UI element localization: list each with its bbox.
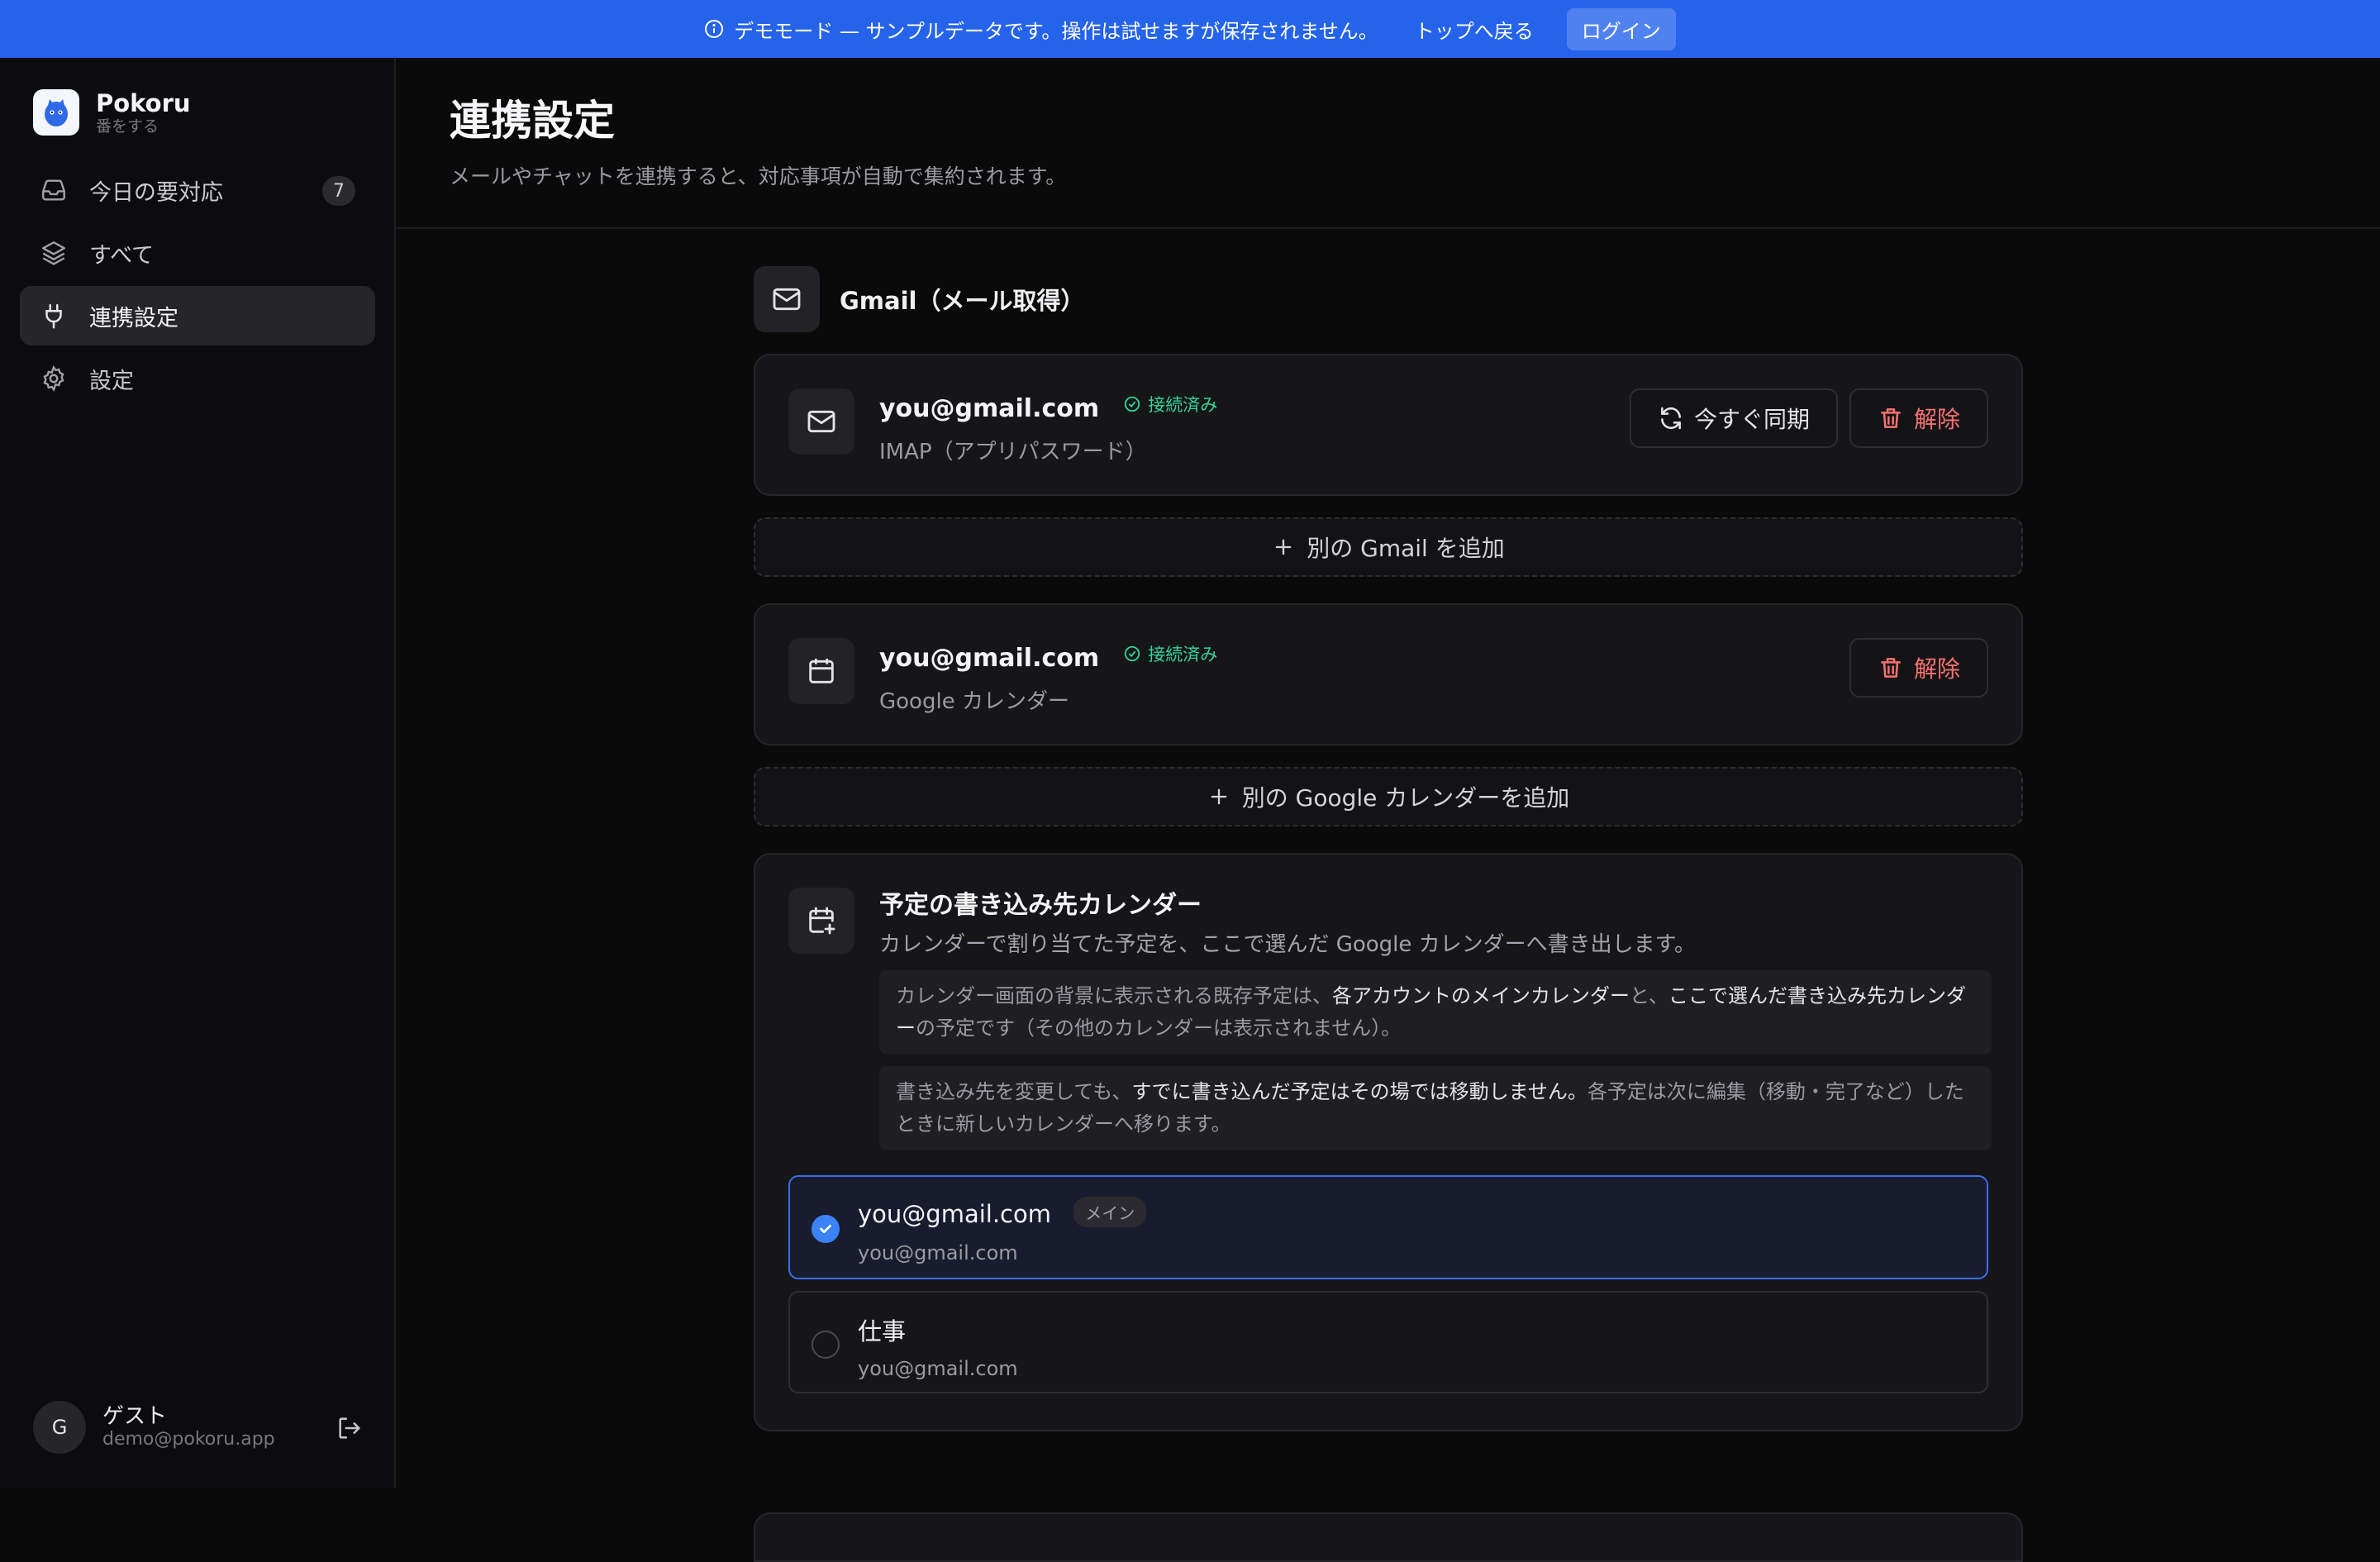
- note-emphasis: すでに書き込んだ予定はその場では移動しません。: [1131, 1080, 1587, 1103]
- app-name: Pokoru: [96, 89, 191, 117]
- next-section-card: [754, 1512, 2023, 1562]
- radio-unchecked-icon[interactable]: [812, 1331, 840, 1359]
- status-text: 接続済み: [1148, 645, 1218, 664]
- status-badge: 接続済み: [1123, 392, 1217, 417]
- note-text: と、: [1630, 984, 1669, 1007]
- account-type: IMAP（アプリパスワード）: [879, 440, 1147, 464]
- layers-icon: [42, 241, 65, 265]
- sidebar-item-label: 今日の要対応: [89, 179, 223, 206]
- check-circle-icon: [1125, 396, 1140, 412]
- back-to-top-link[interactable]: トップへ戻る: [1415, 15, 1534, 44]
- user-email: demo@pokoru.app: [102, 1429, 275, 1450]
- info-icon: [705, 20, 724, 38]
- disconnect-button[interactable]: 解除: [1849, 388, 1988, 448]
- page-title: 連携設定: [450, 97, 615, 145]
- page-subtitle: メールやチャットを連携すると、対応事項が自動で集約されます。: [450, 164, 1067, 188]
- sidebar-item-all[interactable]: すべて: [20, 223, 375, 283]
- section-title: Gmail（メール取得）: [840, 287, 1085, 315]
- user-name: ゲスト: [102, 1404, 168, 1429]
- add-calendar-button[interactable]: 別の Google カレンダーを追加: [754, 767, 2023, 826]
- add-gmail-label: 別の Gmail を追加: [1307, 535, 1505, 562]
- app-tagline: 番をする: [96, 117, 159, 136]
- option-name: you@gmail.com: [858, 1200, 1051, 1228]
- option-account: you@gmail.com: [858, 1357, 1018, 1380]
- note-text: カレンダー画面の背景に表示される既存予定は、: [896, 984, 1332, 1007]
- app-logo-icon: [33, 89, 79, 136]
- add-calendar-label: 別の Google カレンダーを追加: [1241, 784, 1570, 812]
- demo-banner: デモモード — サンプルデータです。操作は試せますが保存されません。 トップへ戻…: [0, 0, 2380, 58]
- status-badge: 接続済み: [1123, 641, 1217, 666]
- calendar-account-card: you@gmail.com 接続済み Google カレンダー 解除: [754, 603, 2023, 745]
- sidebar-item-settings[interactable]: 設定: [20, 349, 375, 408]
- target-calendar-subtitle: カレンダーで割り当てた予定を、ここで選んだ Google カレンダーへ書き出しま…: [879, 932, 1697, 957]
- status-text: 接続済み: [1148, 395, 1218, 415]
- main-content: 連携設定 メールやチャットを連携すると、対応事項が自動で集約されます。 Gmai…: [397, 58, 2380, 1562]
- calendar-option-work[interactable]: 仕事 you@gmail.com: [788, 1291, 1988, 1393]
- plus-icon: [1275, 539, 1292, 555]
- account-type: Google カレンダー: [879, 689, 1069, 714]
- sidebar-item-label: 設定: [89, 368, 134, 394]
- inbox-icon: [42, 179, 65, 201]
- brand[interactable]: Pokoru 番をする: [33, 89, 191, 136]
- sidebar-item-label: 連携設定: [89, 305, 178, 331]
- sync-now-button[interactable]: 今すぐ同期: [1630, 388, 1838, 448]
- gmail-account-card: you@gmail.com 接続済み IMAP（アプリパスワード） 今すぐ同期 …: [754, 354, 2023, 496]
- refresh-icon: [1661, 407, 1681, 430]
- calendar-icon: [788, 638, 854, 704]
- target-calendar-card: 予定の書き込み先カレンダー カレンダーで割り当てた予定を、ここで選んだ Goog…: [754, 853, 2023, 1431]
- info-note-display: カレンダー画面の背景に表示される既存予定は、各アカウントのメインカレンダーと、こ…: [879, 970, 1992, 1055]
- mail-icon: [788, 388, 854, 455]
- user-profile: G ゲスト demo@pokoru.app: [33, 1401, 364, 1454]
- account-email: you@gmail.com: [879, 644, 1100, 673]
- option-account: you@gmail.com: [858, 1241, 1018, 1264]
- account-email: you@gmail.com: [879, 394, 1100, 423]
- calendar-plus-icon: [788, 888, 854, 954]
- page-header: 連携設定 メールやチャットを連携すると、対応事項が自動で集約されます。: [397, 58, 2380, 229]
- count-badge: 7: [322, 176, 355, 206]
- note-emphasis: 各アカウントのメインカレンダー: [1332, 984, 1630, 1007]
- sidebar: Pokoru 番をする 今日の要対応 7 すべて 連携設定 設定 G ゲスト d…: [0, 58, 396, 1488]
- demo-banner-message: デモモード — サンプルデータです。操作は試せますが保存されません。: [734, 19, 1378, 43]
- calendar-option-main[interactable]: you@gmail.com メイン you@gmail.com: [788, 1175, 1988, 1279]
- gmail-section-header: Gmail（メール取得）: [754, 266, 2023, 332]
- check-circle-icon: [1125, 645, 1140, 662]
- plug-icon: [45, 303, 62, 329]
- gear-icon: [43, 364, 64, 393]
- logout-icon[interactable]: [336, 1414, 364, 1442]
- sidebar-item-today[interactable]: 今日の要対応 7: [20, 160, 375, 220]
- disconnect-label: 解除: [1913, 406, 1960, 433]
- main-tag: メイン: [1073, 1197, 1147, 1227]
- add-gmail-button[interactable]: 別の Gmail を追加: [754, 517, 2023, 577]
- info-note-move: 書き込み先を変更しても、すでに書き込んだ予定はその場では移動しません。各予定は次…: [879, 1066, 1992, 1150]
- target-calendar-title: 予定の書き込み先カレンダー: [879, 891, 1202, 920]
- disconnect-label: 解除: [1913, 655, 1960, 683]
- login-button[interactable]: ログイン: [1566, 7, 1676, 50]
- sidebar-nav: 今日の要対応 7 すべて 連携設定 設定: [20, 160, 375, 412]
- disconnect-button[interactable]: 解除: [1849, 638, 1988, 698]
- note-text: 書き込み先を変更しても、: [896, 1080, 1132, 1103]
- note-text: の予定です（その他のカレンダーは表示されません）。: [916, 1017, 1402, 1040]
- sidebar-item-label: すべて: [89, 242, 155, 269]
- trash-icon: [1881, 658, 1901, 678]
- trash-icon: [1881, 408, 1901, 428]
- integrations-list: Gmail（メール取得） you@gmail.com 接続済み IMAP（アプリ…: [754, 266, 2023, 1562]
- plus-icon: [1211, 788, 1227, 805]
- sync-now-label: 今すぐ同期: [1693, 406, 1810, 433]
- sidebar-item-integrations[interactable]: 連携設定: [20, 286, 375, 345]
- option-name: 仕事: [858, 1317, 907, 1345]
- mail-icon: [754, 266, 820, 332]
- avatar: G: [33, 1401, 86, 1454]
- radio-checked-icon[interactable]: [812, 1215, 840, 1243]
